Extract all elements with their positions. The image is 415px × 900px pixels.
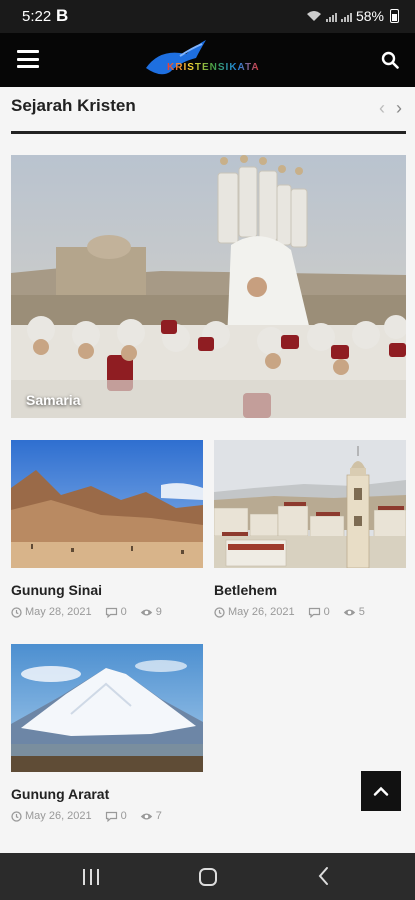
post-meta: May 26, 2021 0 7 (11, 810, 203, 822)
status-bar: 5:22 B 58% (0, 0, 415, 33)
back-to-top-button[interactable] (361, 771, 401, 811)
featured-post-card[interactable]: Samaria (11, 155, 406, 418)
post-comments: 0 (120, 810, 127, 822)
section-title: Sejarah Kristen (11, 96, 136, 115)
signal-icon-2 (340, 10, 352, 22)
battery-percent: 58% (355, 8, 384, 24)
recents-icon[interactable] (83, 869, 101, 885)
post-comments: 0 (120, 606, 127, 618)
post-card[interactable]: Gunung Sinai May 28, 2021 0 9 (11, 440, 203, 618)
clock-icon (214, 606, 225, 618)
post-thumbnail (11, 440, 203, 568)
post-card[interactable]: Gunung Ararat May 26, 2021 0 7 (11, 644, 203, 822)
eye-icon (140, 813, 152, 819)
search-icon[interactable] (381, 51, 399, 69)
status-indicators: 58% (306, 8, 399, 24)
post-views: 7 (155, 810, 162, 822)
carousel-next-icon[interactable]: › (396, 98, 402, 119)
post-views: 9 (155, 606, 162, 618)
post-thumbnail (214, 440, 406, 568)
comment-icon (308, 607, 320, 618)
post-thumbnail (11, 644, 203, 772)
home-icon[interactable] (199, 868, 217, 886)
comment-icon (105, 811, 117, 822)
site-header: KRISTENSIKATA (0, 33, 415, 87)
eye-icon (343, 609, 355, 615)
chevron-up-icon (373, 786, 389, 796)
post-date: May 26, 2021 (228, 606, 295, 618)
clock-icon (11, 810, 22, 822)
comment-icon (105, 607, 117, 618)
post-comments: 0 (323, 606, 330, 618)
post-title[interactable]: Gunung Ararat (11, 786, 203, 802)
post-title[interactable]: Gunung Sinai (11, 582, 203, 598)
battery-icon (390, 9, 399, 23)
post-title[interactable]: Betlehem (214, 582, 406, 598)
menu-icon[interactable] (17, 50, 39, 68)
logo-text: KRISTENSIKATA (167, 62, 260, 73)
app-notification-icon: B (56, 6, 69, 25)
system-nav-bar (0, 853, 415, 900)
featured-post-image (11, 155, 406, 418)
post-card[interactable]: Betlehem May 26, 2021 0 5 (214, 440, 406, 618)
carousel-prev-icon[interactable]: ‹ (379, 98, 385, 119)
site-logo[interactable]: KRISTENSIKATA (140, 38, 280, 82)
eye-icon (140, 609, 152, 615)
featured-post-title[interactable]: Samaria (26, 392, 80, 408)
wifi-icon (306, 11, 321, 21)
post-meta: May 26, 2021 0 5 (214, 606, 406, 618)
post-date: May 26, 2021 (25, 810, 92, 822)
clock-icon (11, 606, 22, 618)
post-date: May 28, 2021 (25, 606, 92, 618)
post-meta: May 28, 2021 0 9 (11, 606, 203, 618)
signal-icon (325, 10, 337, 22)
dove-icon (146, 40, 206, 75)
back-icon[interactable] (316, 866, 332, 886)
status-time: 5:22 (22, 8, 52, 25)
post-views: 5 (358, 606, 365, 618)
section-divider (11, 131, 406, 134)
